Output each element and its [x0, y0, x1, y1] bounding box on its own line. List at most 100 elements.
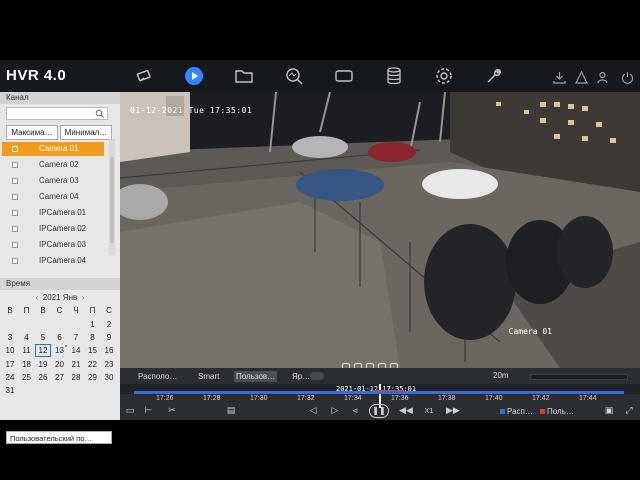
playback-mode-tab[interactable]: Пользов… — [234, 371, 278, 382]
database-icon[interactable] — [384, 66, 404, 86]
camera-checkbox[interactable] — [12, 258, 18, 264]
reverse-icon[interactable]: ◁ — [308, 406, 318, 416]
recording-track[interactable] — [134, 391, 624, 394]
user-icon[interactable] — [596, 69, 609, 84]
fast-forward-icon[interactable]: ▶▶ — [446, 406, 460, 416]
video-viewport[interactable]: 01-12-2021 Tue 17:35:01 Camera 01 — [120, 92, 640, 368]
next-month-icon[interactable]: › — [82, 293, 85, 302]
zoom-slider[interactable] — [530, 374, 628, 380]
legend-item: Расп… — [500, 407, 533, 416]
calendar-day[interactable]: 21 — [68, 358, 84, 371]
playback-play-icon[interactable] — [184, 66, 204, 86]
prev-month-icon[interactable]: ‹ — [36, 293, 39, 302]
calendar-day[interactable]: 4 — [19, 331, 35, 344]
pause-button[interactable]: ❚❚ — [369, 404, 389, 418]
calendar-day[interactable]: 29 — [85, 371, 101, 384]
camera-checkbox[interactable] — [12, 242, 18, 248]
calendar-day[interactable]: 13 — [52, 344, 68, 357]
camera-item[interactable]: Camera 03 — [2, 174, 104, 188]
calendar-day[interactable]: 22 — [85, 358, 101, 371]
legend-item: Поль… — [540, 407, 574, 416]
calendar-day[interactable]: 7 — [68, 331, 84, 344]
calendar-day[interactable]: 10 — [2, 344, 18, 357]
calendar-day[interactable]: 27 — [52, 371, 68, 384]
weekday-label: Ч — [73, 306, 79, 315]
camera-item[interactable]: IPCamera 03 — [2, 238, 104, 252]
folder-icon[interactable] — [234, 66, 254, 86]
warning-icon[interactable] — [575, 69, 588, 84]
calendar-day[interactable]: 11 — [19, 344, 35, 357]
step-forward-icon[interactable]: ▷ — [330, 406, 340, 416]
speed-label[interactable]: X1 — [422, 406, 436, 416]
timeline-tick-label: 17:32 — [297, 395, 315, 402]
window-icon[interactable]: ▣ — [604, 406, 614, 416]
scissors-icon[interactable]: ✂ — [167, 406, 177, 416]
custom-time-button[interactable]: Пользовательский по… — [6, 431, 112, 444]
calendar-day[interactable]: 2 — [101, 318, 117, 331]
calendar-day[interactable]: 24 — [2, 371, 18, 384]
playback-mode-tab[interactable]: Располо… — [136, 371, 179, 382]
calendar-day[interactable]: 20 — [52, 358, 68, 371]
camera-item[interactable]: Camera 04 — [2, 190, 104, 204]
playback-panel: Располо… Smart Пользов… Яр… 20m 2021-01-12 … — [120, 368, 640, 420]
calendar-day[interactable]: 1 — [85, 318, 101, 331]
calendar-day[interactable]: 9 — [101, 331, 117, 344]
toggle-icon[interactable] — [310, 372, 324, 380]
calendar-day[interactable]: 3 — [2, 331, 18, 344]
camera-item[interactable]: Camera 01 — [2, 142, 104, 156]
playback-mode-tab[interactable]: Smart — [196, 371, 221, 382]
camera-checkbox[interactable] — [12, 178, 18, 184]
calendar-day[interactable]: 5 — [35, 331, 51, 344]
channel-search-input[interactable] — [6, 107, 108, 120]
maximize-button[interactable]: Максима… — [6, 125, 58, 140]
calendar-day[interactable]: 14 — [68, 344, 84, 357]
calendar-day[interactable]: 19 — [35, 358, 51, 371]
legend-label: Расп… — [507, 407, 533, 416]
calendar-day[interactable]: 8 — [85, 331, 101, 344]
folder-icon[interactable]: ▭ — [125, 406, 135, 416]
calendar-day[interactable]: 6 — [52, 331, 68, 344]
app-logo: HVR 4.0 — [6, 67, 67, 84]
camera-checkbox[interactable] — [12, 194, 18, 200]
camera-checkbox[interactable] — [12, 210, 18, 216]
camera-item[interactable]: IPCamera 02 — [2, 222, 104, 236]
split-icon[interactable]: ⊢ — [143, 406, 153, 416]
calendar-day[interactable]: 15 — [85, 344, 101, 357]
camera-checkbox[interactable] — [12, 226, 18, 232]
top-bar: HVR 4.0 — [0, 60, 640, 92]
search-icon[interactable] — [284, 66, 304, 86]
calendar-day[interactable]: 25 — [19, 371, 35, 384]
calendar-day[interactable]: 26 — [35, 371, 51, 384]
channel-header: Канал — [0, 92, 120, 104]
calendar-day[interactable]: 31 — [2, 384, 18, 397]
calendar-day[interactable]: 28 — [68, 371, 84, 384]
camera-checkbox[interactable] — [12, 146, 18, 152]
zoom-label[interactable]: 20m — [493, 371, 509, 380]
export-icon[interactable]: ▤ — [226, 406, 236, 416]
calendar-month-label: 2021 Янв — [42, 293, 78, 302]
download-icon[interactable] — [553, 69, 566, 84]
calendar-day[interactable]: 12 — [35, 344, 51, 358]
search-icon — [95, 109, 104, 118]
camera-item[interactable]: IPCamera 01 — [2, 206, 104, 220]
step-back-icon[interactable]: ◃ — [350, 406, 360, 416]
gear-icon[interactable] — [434, 66, 454, 86]
calendar-day[interactable]: 30 — [101, 371, 117, 384]
rewind-icon[interactable]: ◀◀ — [399, 406, 413, 416]
camera-list-scrollbar[interactable] — [109, 139, 115, 255]
minimize-button[interactable]: Минимал… — [60, 125, 112, 140]
calendar-day[interactable]: 23 — [101, 358, 117, 371]
camera-item[interactable]: IPCamera 04 — [2, 254, 104, 268]
fullscreen-icon[interactable]: ⤢ — [624, 406, 634, 416]
wrench-icon[interactable] — [484, 66, 504, 86]
calendar-day[interactable]: 16 — [101, 344, 117, 357]
camera-checkbox[interactable] — [12, 162, 18, 168]
timeline-tick-label: 17:44 — [579, 395, 597, 402]
calendar-day[interactable]: 18 — [19, 358, 35, 371]
video-icon[interactable] — [334, 66, 354, 86]
calendar-day[interactable]: 17 — [2, 358, 18, 371]
camera-item[interactable]: Camera 02 — [2, 158, 104, 172]
playback-mode-tab[interactable]: Яр… — [290, 371, 312, 382]
power-icon[interactable] — [621, 69, 634, 84]
live-view-camera-icon[interactable] — [135, 66, 155, 86]
